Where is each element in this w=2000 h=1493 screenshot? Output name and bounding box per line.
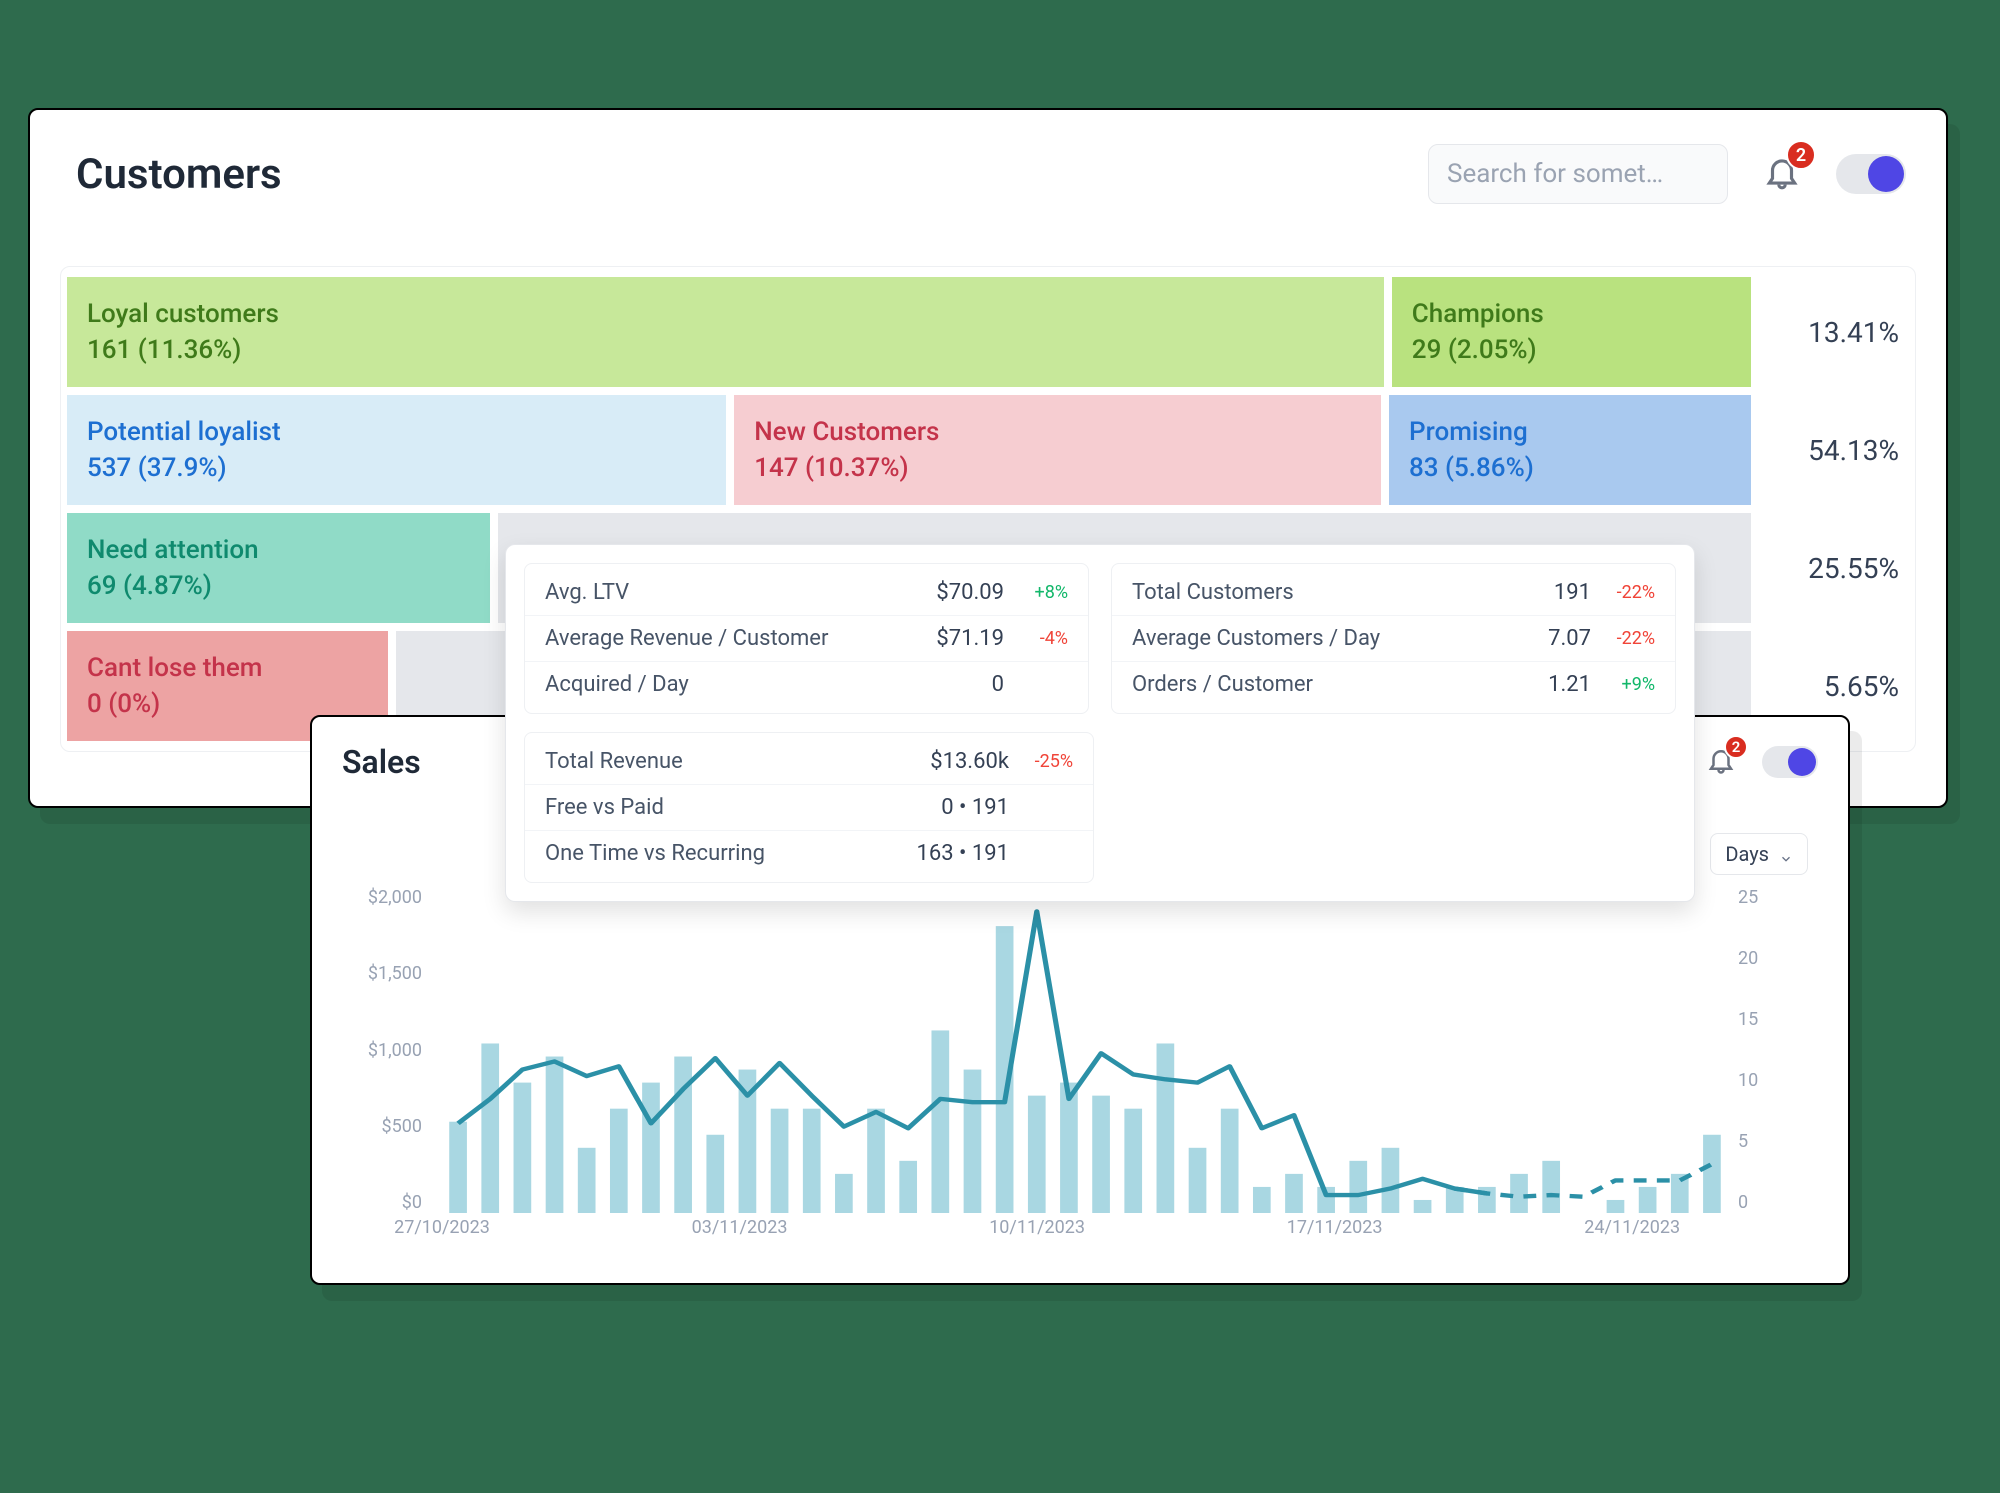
segment-label: Potential loyalist	[87, 417, 706, 447]
page-title: Customers	[76, 150, 1400, 199]
stat-row: Total Customers191 -22%	[1112, 570, 1675, 615]
segment-value: 537 (37.9%)	[87, 453, 706, 483]
y-right-tick: 5	[1738, 1131, 1808, 1152]
y-left-tick: $1,000	[352, 1040, 422, 1061]
stat-label: Acquired / Day	[545, 672, 992, 697]
segment-label: New Customers	[754, 417, 1361, 447]
stat-row: Avg. LTV$70.09 +8%	[525, 570, 1088, 615]
segment-value: 161 (11.36%)	[87, 335, 1364, 365]
notifications-button[interactable]: 2	[1756, 148, 1808, 200]
rfm-segment-needatt[interactable]: Need attention 69 (4.87%)	[67, 513, 490, 623]
rfm-segment-promising[interactable]: Promising 83 (5.86%)	[1389, 395, 1751, 505]
stat-delta: -22%	[1605, 582, 1655, 603]
search-placeholder: Search for somet…	[1447, 159, 1663, 189]
toggle-knob	[1788, 748, 1816, 776]
segment-label: Promising	[1409, 417, 1731, 447]
y-right-tick: 15	[1738, 1009, 1808, 1030]
sales-notifications-button[interactable]: 2	[1700, 741, 1742, 783]
stat-row: Free vs Paid0 • 191	[525, 784, 1093, 830]
toggle-knob	[1868, 156, 1904, 192]
stat-value: 191	[1554, 580, 1591, 605]
rfm-segment-champ[interactable]: Champions 29 (2.05%)	[1392, 277, 1751, 387]
segment-label: Cant lose them	[87, 653, 368, 683]
customers-topbar: Customers Search for somet… 2	[60, 138, 1916, 216]
rfm-segment-potloy[interactable]: Potential loyalist 537 (37.9%)	[67, 395, 726, 505]
segment-value: 69 (4.87%)	[87, 571, 470, 601]
stat-value: $70.09	[936, 580, 1004, 605]
x-tick: 10/11/2023	[989, 1217, 1085, 1253]
stat-value: 7.07	[1548, 626, 1591, 651]
x-tick: 24/11/2023	[1584, 1217, 1680, 1253]
x-tick: 03/11/2023	[692, 1217, 788, 1253]
range-select[interactable]: Days	[1710, 833, 1808, 875]
y-right-tick: 25	[1738, 887, 1808, 908]
range-select-label: Days	[1725, 842, 1769, 866]
segment-value: 147 (10.37%)	[754, 453, 1361, 483]
stat-delta: +8%	[1018, 582, 1068, 603]
stat-value: 1.21	[1548, 672, 1591, 697]
stats-card-left: Avg. LTV$70.09 +8% Average Revenue / Custo…	[524, 563, 1089, 714]
y-left-tick: $500	[352, 1116, 422, 1137]
stat-delta: +9%	[1605, 674, 1655, 695]
x-tick: 27/10/2023	[394, 1217, 490, 1253]
rfm-segment-newcust[interactable]: New Customers 147 (10.37%)	[734, 395, 1381, 505]
stat-label: Total Revenue	[545, 749, 930, 774]
stat-row: Total Revenue$13.60k -25%	[525, 739, 1093, 784]
segment-value: 83 (5.86%)	[1409, 453, 1731, 483]
stat-row: Orders / Customer1.21 +9%	[1112, 661, 1675, 707]
stat-row: One Time vs Recurring163 • 191	[525, 830, 1093, 876]
stat-label: One Time vs Recurring	[545, 841, 916, 866]
stat-value: 163 • 191	[916, 841, 1009, 866]
segment-label: Champions	[1412, 299, 1731, 329]
stat-value: 0	[992, 672, 1004, 697]
sales-chart: $2,000 $1,500 $1,000 $500 $0 25 20 15 10 5 0 27/1…	[352, 887, 1808, 1253]
rfm-segment-loyal[interactable]: Loyal customers 161 (11.36%)	[67, 277, 1384, 387]
y-right-tick: 10	[1738, 1070, 1808, 1091]
sales-notification-badge: 2	[1724, 735, 1748, 759]
y-axis-right: 25 20 15 10 5 0	[1728, 887, 1808, 1213]
segment-label: Need attention	[87, 535, 470, 565]
sales-toggle[interactable]	[1762, 746, 1818, 778]
chevron-down-icon	[1779, 847, 1793, 861]
stat-label: Avg. LTV	[545, 580, 936, 605]
theme-toggle[interactable]	[1836, 154, 1906, 194]
chart-plot-area	[442, 887, 1728, 1213]
y-right-tick: 0	[1738, 1192, 1808, 1213]
row-percent: 25.55%	[1759, 513, 1909, 623]
row-percent: 54.13%	[1759, 395, 1909, 505]
stat-label: Orders / Customer	[1132, 672, 1548, 697]
stat-delta: -4%	[1018, 628, 1068, 649]
rfm-row: Loyal customers 161 (11.36%) Champions 29 (…	[67, 273, 1909, 391]
segment-label: Loyal customers	[87, 299, 1364, 329]
stat-row: Acquired / Day0	[525, 661, 1088, 707]
x-axis: 27/10/202303/11/202310/11/202317/11/2023…	[442, 1217, 1728, 1253]
notification-badge: 2	[1786, 140, 1816, 170]
y-left-tick: $0	[352, 1192, 422, 1213]
stat-delta: -25%	[1023, 751, 1073, 772]
y-left-tick: $2,000	[352, 887, 422, 908]
stat-row: Average Customers / Day7.07 -22%	[1112, 615, 1675, 661]
y-axis-left: $2,000 $1,500 $1,000 $500 $0	[352, 887, 432, 1213]
stat-label: Total Customers	[1132, 580, 1554, 605]
segment-value: 29 (2.05%)	[1412, 335, 1731, 365]
stat-value: 0 • 191	[941, 795, 1009, 820]
stat-row: Average Revenue / Customer$71.19 -4%	[525, 615, 1088, 661]
stat-value: $13.60k	[930, 749, 1009, 774]
stat-label: Average Customers / Day	[1132, 626, 1548, 651]
stats-card-right: Total Customers191-22%Average Customers …	[1111, 563, 1676, 714]
stat-delta: -22%	[1605, 628, 1655, 649]
stat-label: Free vs Paid	[545, 795, 941, 820]
y-right-tick: 20	[1738, 948, 1808, 969]
search-input[interactable]: Search for somet…	[1428, 144, 1728, 204]
stat-label: Average Revenue / Customer	[545, 626, 936, 651]
stats-card-bottom: Total Revenue$13.60k -25% Free vs Paid0 • …	[524, 732, 1094, 883]
stat-value: $71.19	[936, 626, 1004, 651]
row-percent: 13.41%	[1759, 277, 1909, 387]
y-left-tick: $1,500	[352, 963, 422, 984]
customer-stats-popover: Avg. LTV$70.09 +8% Average Revenue / Custo…	[505, 544, 1695, 902]
rfm-row: Potential loyalist 537 (37.9%) New Custome…	[67, 391, 1909, 509]
x-tick: 17/11/2023	[1287, 1217, 1383, 1253]
